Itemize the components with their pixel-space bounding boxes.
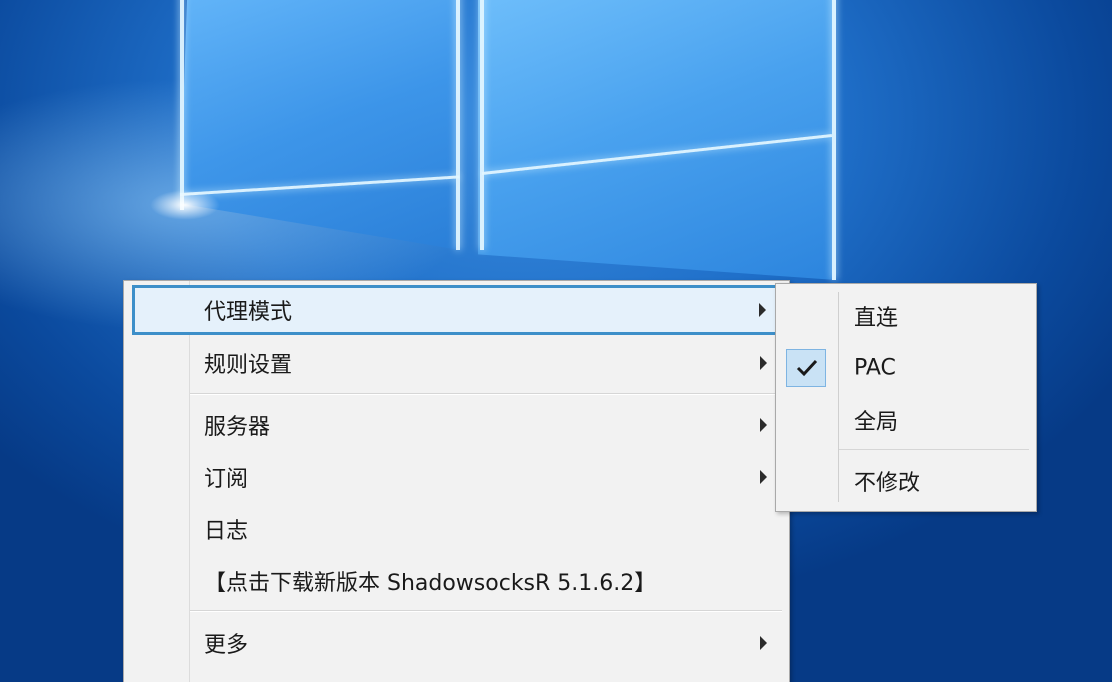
menu-item-more[interactable]: 更多: [124, 619, 789, 667]
menu-item-label: 更多: [204, 633, 249, 658]
submenu-item-no-change[interactable]: 不修改: [776, 455, 1036, 507]
menu-item-rule-settings[interactable]: 规则设置: [124, 339, 789, 387]
windows-logo-edge-right: [832, 0, 836, 280]
chevron-right-icon: [760, 418, 767, 432]
menu-separator: [190, 393, 782, 395]
menu-item-label: 服务器: [204, 415, 271, 440]
menu-item-servers[interactable]: 服务器: [124, 401, 789, 449]
submenu-item-label: 直连: [854, 306, 899, 331]
submenu-item-direct[interactable]: 直连: [776, 290, 1036, 342]
menu-item-label: 订阅: [204, 467, 249, 492]
windows-logo-edge-left: [180, 0, 184, 210]
submenu-item-label: PAC: [854, 355, 896, 381]
chevron-right-icon: [760, 356, 767, 370]
menu-item-proxy-mode[interactable]: 代理模式: [132, 285, 784, 335]
tray-context-menu: 代理模式 规则设置 服务器 订阅 日志 【点击下载新版本 Shadowsocks…: [123, 280, 790, 682]
menu-item-label: 代理模式: [204, 300, 293, 325]
chevron-right-icon: [760, 636, 767, 650]
submenu-separator: [839, 449, 1029, 450]
menu-item-label: 【点击下载新版本 ShadowsocksR 5.1.6.2】: [204, 571, 657, 596]
chevron-right-icon: [760, 470, 767, 484]
windows-logo-left-pane: [180, 0, 460, 250]
menu-separator: [190, 610, 782, 612]
windows-logo-glow: [150, 190, 220, 220]
proxy-mode-submenu: 直连 PAC 全局 不修改: [775, 283, 1037, 512]
menu-item-label: 规则设置: [204, 353, 293, 378]
windows-logo-edge-center-left: [456, 0, 460, 250]
menu-item-logs[interactable]: 日志: [124, 505, 789, 553]
windows-logo-edge-center-right: [480, 0, 484, 250]
chevron-right-icon: [759, 303, 766, 317]
submenu-item-label: 全局: [854, 410, 899, 435]
menu-item-download-update[interactable]: 【点击下载新版本 ShadowsocksR 5.1.6.2】: [124, 557, 789, 605]
submenu-item-label: 不修改: [854, 471, 921, 496]
desktop-wallpaper: 代理模式 规则设置 服务器 订阅 日志 【点击下载新版本 Shadowsocks…: [0, 0, 1112, 682]
checkmark-icon: [786, 349, 826, 387]
menu-item-subscription[interactable]: 订阅: [124, 453, 789, 501]
menu-item-label: 日志: [204, 519, 249, 544]
submenu-item-pac[interactable]: PAC: [776, 342, 1036, 394]
submenu-item-global[interactable]: 全局: [776, 394, 1036, 446]
